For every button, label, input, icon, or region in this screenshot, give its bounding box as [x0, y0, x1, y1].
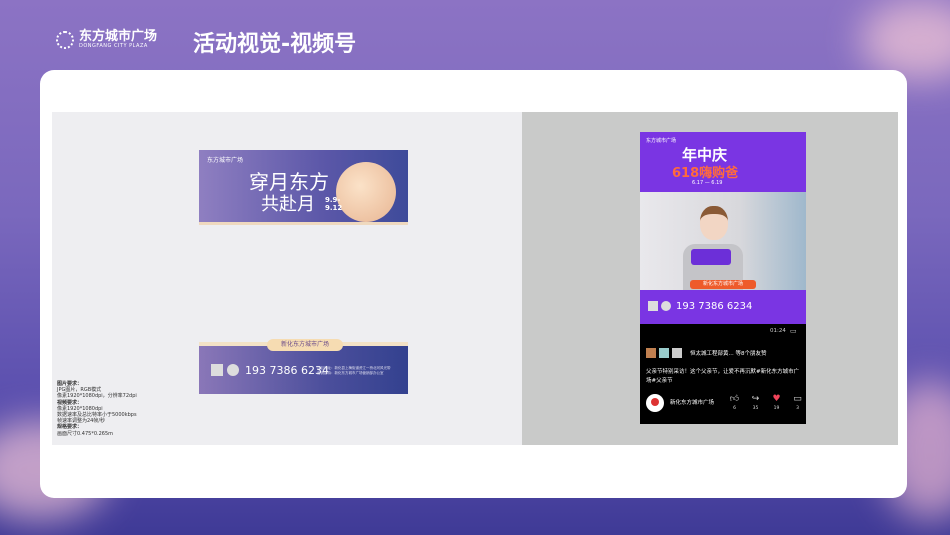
heart-icon: ♥: [772, 394, 781, 404]
like-count: 6: [733, 406, 736, 411]
account-avatar[interactable]: [646, 394, 664, 412]
video-channel-mockup: 东方城市广场 年中庆 618嗨购爸 6.17 — 6.19 新化东方城市广场 1…: [640, 132, 806, 424]
req-heading: 规格要求：: [57, 424, 83, 431]
heart-button[interactable]: ♥ 19: [768, 394, 785, 414]
friend-avatar: [672, 348, 682, 358]
mini-program-code-icon: [227, 364, 239, 376]
qr-code-icon: [648, 301, 658, 311]
video-header: 东方城市广场 年中庆 618嗨购爸 6.17 — 6.19: [640, 132, 806, 192]
danmaku-icon[interactable]: ▭: [790, 327, 797, 335]
qr-code-icon: [211, 364, 223, 376]
video-contact-bar: 193 7386 6234: [640, 290, 806, 324]
video-frame[interactable]: 新化东方城市广场: [640, 192, 806, 290]
share-icon: ↪: [751, 394, 760, 404]
account-name[interactable]: 新化东方城市广场: [670, 398, 714, 406]
brand-logo: 东方城市广场 DONGFANG CITY PLAZA: [56, 30, 157, 49]
date-end: 9.12: [325, 204, 343, 212]
banner-subheadline: 共赴月: [261, 194, 315, 215]
action-bar: 👍︎ 6 ↪ 35 ♥ 19 ▭ 3: [726, 394, 806, 414]
mock-subtitle: 618嗨购爸: [672, 166, 739, 181]
page-title: 活动视觉-视频号: [193, 32, 357, 57]
mock-date: 6.17 — 6.19: [692, 180, 723, 186]
date-start: 9.9-: [325, 196, 341, 204]
req-line: 画面尺寸0.475*0.265m: [57, 430, 113, 437]
spec-requirements: 图片要求： JPG图片，RGB模式 像素1920*1080dpi，分辨率72dp…: [57, 381, 137, 437]
friends-liked[interactable]: 恒太城工程部黄... 等8个朋友赞: [646, 348, 767, 358]
logo-cn: 东方城市广场: [79, 29, 158, 44]
share-count: 35: [752, 406, 759, 411]
logo-en: DONGFANG CITY PLAZA: [79, 43, 148, 49]
banner-strip: [199, 222, 408, 225]
mock-logo: 东方城市广场: [646, 138, 677, 144]
banner-date: 9.9- 9.12: [325, 196, 342, 212]
banner-logo: 东方城市广场: [207, 157, 244, 164]
comment-button[interactable]: ▭ 3: [789, 394, 806, 414]
mini-program-code-icon: [661, 301, 671, 311]
req-heading: 视频要求：: [57, 399, 83, 406]
decor-cloud: [860, 0, 950, 80]
mid-autumn-banner: 东方城市广场 穿月东方 共赴月 9.9- 9.12: [199, 150, 408, 225]
heart-count: 19: [773, 406, 780, 411]
video-description: 父亲节特别采访！这个父亲节，让爱不再沉默#新化东方城市广场#父亲节: [646, 369, 800, 384]
person-image: [678, 206, 748, 290]
video-label: 新化东方城市广场: [690, 280, 756, 289]
comment-icon: ▭: [793, 394, 802, 404]
banner-tab: 新化东方城市广场: [267, 339, 343, 351]
friend-avatar: [646, 348, 656, 358]
contact-banner: 新化东方城市广场 193 7386 6234 项目地址：新化县上梅街道资江一桥北…: [199, 339, 408, 394]
address-line: 营销接待：新化东方城市广场营销部办公室: [317, 371, 384, 375]
share-button[interactable]: ↪ 35: [747, 394, 764, 414]
thumbs-up-icon: 👍︎: [729, 394, 740, 404]
address-block: 项目地址：新化县上梅街道资江一桥北河风光带 营销接待：新化东方城市广场营销部办公室: [317, 366, 391, 376]
logo-mark-icon: [56, 30, 74, 49]
video-duration: 01:24: [770, 328, 786, 334]
moon-graphic: [336, 162, 396, 222]
likes-text: 恒太城工程部黄... 等8个朋友赞: [690, 351, 767, 357]
friend-avatar: [659, 348, 669, 358]
phone-number: 193 7386 6234: [676, 301, 753, 312]
comment-count: 3: [796, 406, 799, 411]
like-button[interactable]: 👍︎ 6: [726, 394, 743, 414]
